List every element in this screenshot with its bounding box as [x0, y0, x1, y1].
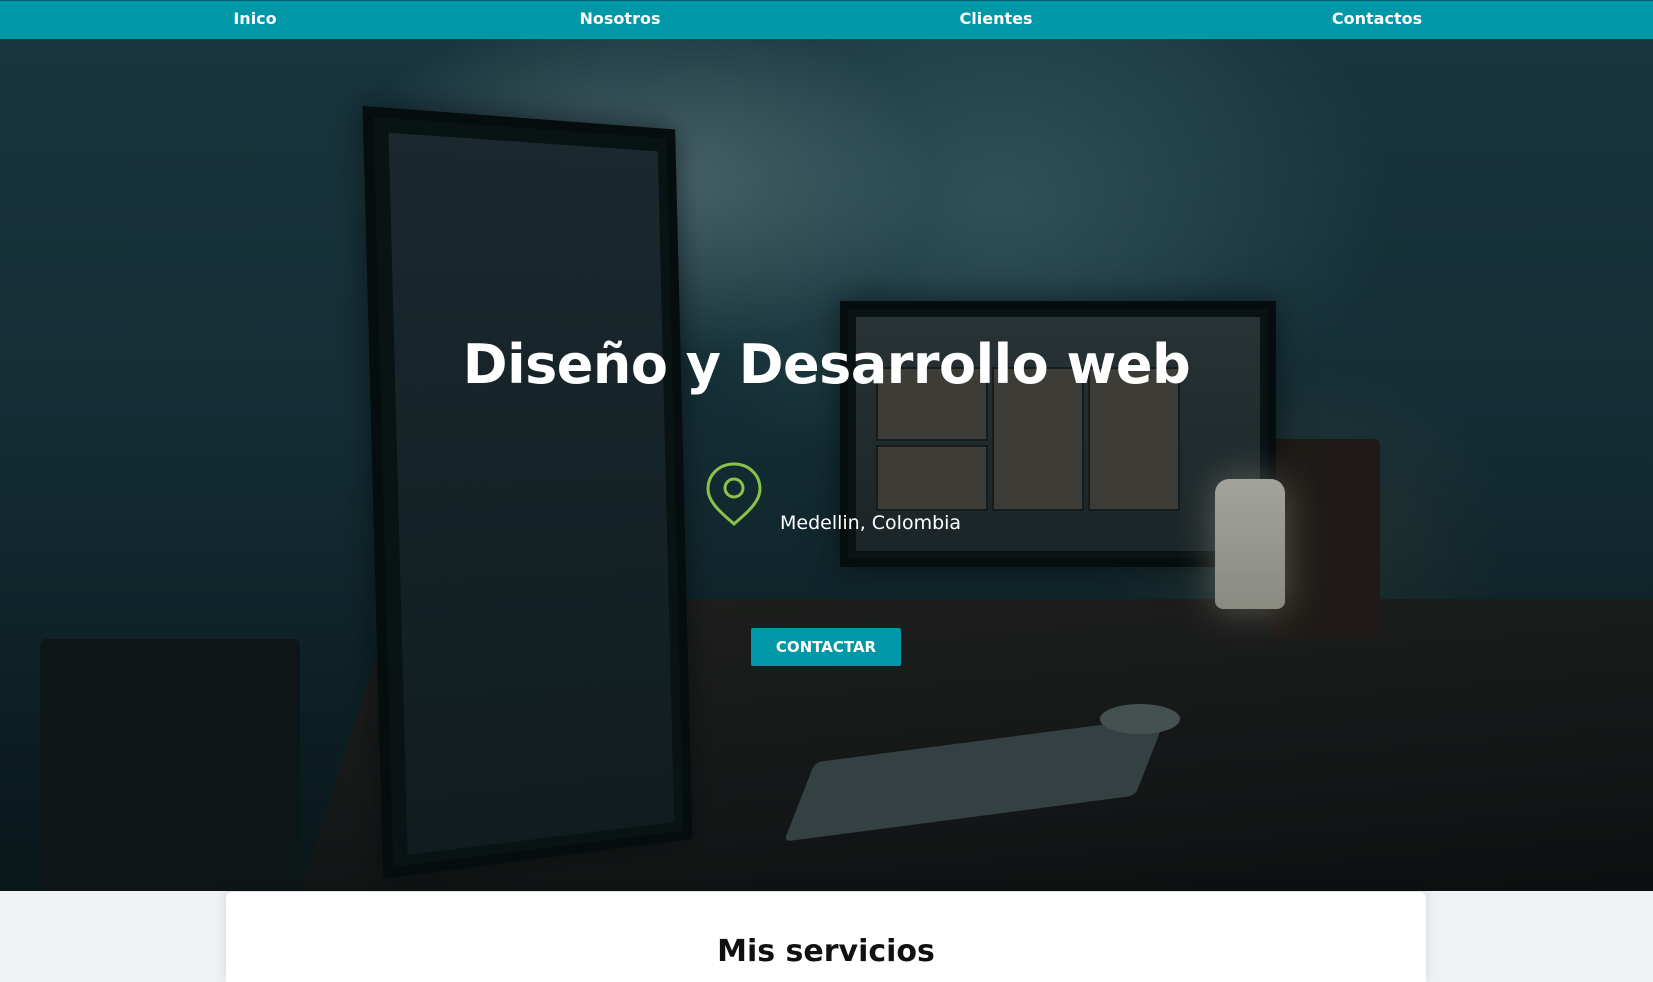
contact-button[interactable]: CONTACTAR	[751, 628, 901, 666]
services-heading: Mis servicios	[226, 934, 1426, 969]
map-pin-icon	[704, 461, 764, 527]
hero-overlay	[0, 39, 1653, 891]
nav-item-inicio[interactable]: Inico	[233, 9, 276, 28]
hero-title: Diseño y Desarrollo web	[0, 333, 1653, 396]
top-navigation: Inico Nosotros Clientes Contactos	[0, 0, 1653, 39]
nav-item-contactos[interactable]: Contactos	[1332, 9, 1422, 28]
location-text: Medellin, Colombia	[780, 512, 961, 534]
nav-item-nosotros[interactable]: Nosotros	[580, 9, 661, 28]
nav-item-clientes[interactable]: Clientes	[960, 9, 1033, 28]
hero-section: Diseño y Desarrollo web Medellin, Colomb…	[0, 39, 1653, 891]
